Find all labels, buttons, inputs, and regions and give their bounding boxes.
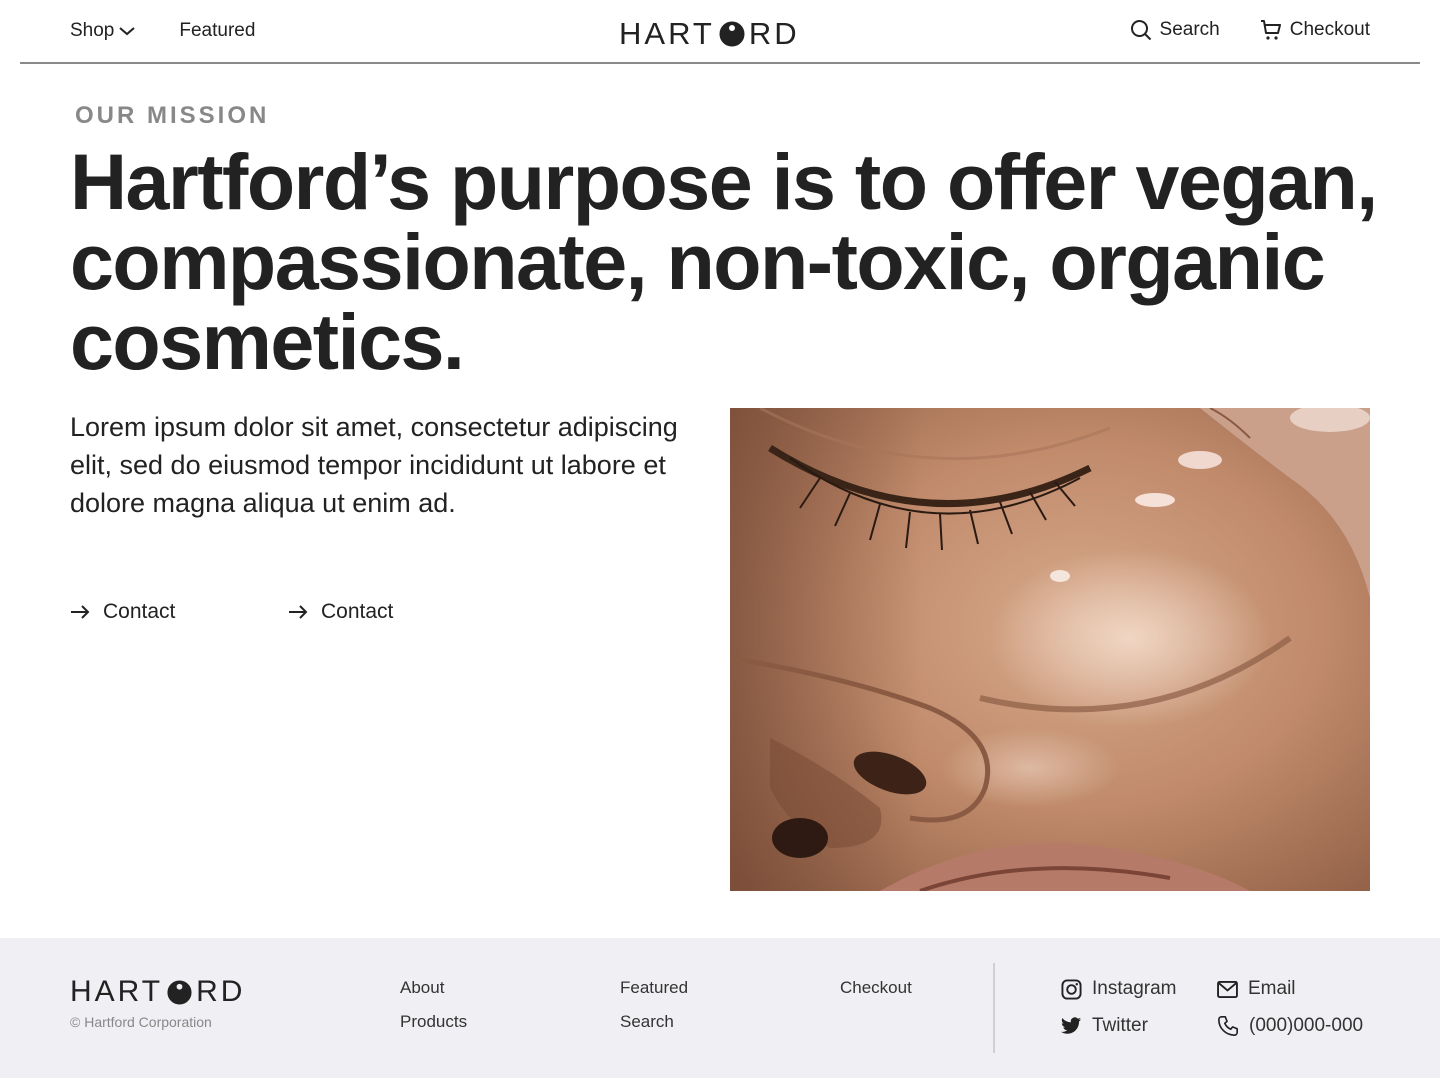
logo-o-mark-icon <box>719 21 745 47</box>
cta-group: Contact Contact <box>70 600 506 624</box>
hero-photo <box>730 408 1370 891</box>
footer-link-checkout[interactable]: Checkout <box>840 978 912 998</box>
mission-body: Lorem ipsum dolor sit amet, consectetur … <box>70 412 678 518</box>
face-closeup-image <box>730 408 1370 891</box>
section-eyebrow: OUR MISSION <box>75 102 270 129</box>
contact-link-label: Contact <box>321 600 394 623</box>
instagram-link[interactable]: Instagram <box>1061 978 1176 1000</box>
contact-link-2[interactable]: Contact <box>288 600 506 624</box>
instagram-label: Instagram <box>1092 978 1177 999</box>
phone-icon <box>1218 1016 1238 1036</box>
email-label: Email <box>1248 978 1296 999</box>
email-link[interactable]: Email <box>1217 978 1296 1000</box>
contact-link-label: Contact <box>103 600 176 623</box>
footer-divider <box>993 963 995 1053</box>
mail-icon <box>1217 980 1238 998</box>
chevron-down-icon <box>119 27 136 36</box>
logo-o-mark-icon <box>167 979 192 1005</box>
logo-text-start: HART <box>619 16 715 51</box>
site-header: Shop Featured HART RD Search Checkout <box>20 0 1420 64</box>
twitter-icon <box>1061 1017 1082 1034</box>
shop-label: Shop <box>70 20 115 41</box>
utility-nav: Search Checkout <box>1130 19 1370 41</box>
footer-link-featured[interactable]: Featured <box>620 978 688 998</box>
search-icon <box>1130 20 1151 41</box>
logo-text-end: RD <box>748 16 800 51</box>
logo[interactable]: HART RD <box>619 16 821 51</box>
phone-link[interactable]: (000)000-000 <box>1217 1015 1363 1037</box>
arrow-right-icon <box>71 605 90 619</box>
logo-text-end: RD <box>196 975 246 1008</box>
contact-link-1[interactable]: Contact <box>70 600 288 624</box>
search-button[interactable]: Search <box>1130 19 1220 41</box>
footer-link-search[interactable]: Search <box>620 1012 674 1032</box>
phone-label: (000)000-000 <box>1249 1015 1364 1036</box>
checkout-label: Checkout <box>1289 19 1370 40</box>
logo-text-start: HART <box>70 975 164 1008</box>
shop-menu[interactable]: Shop <box>70 20 136 42</box>
twitter-link[interactable]: Twitter <box>1061 1015 1148 1037</box>
checkout-button[interactable]: Checkout <box>1260 19 1370 41</box>
primary-nav: Shop Featured <box>70 20 255 42</box>
arrow-right-icon <box>289 605 308 619</box>
copyright: © Hartford Corporation <box>70 1014 212 1030</box>
footer-logo[interactable]: HART RD <box>70 975 245 1009</box>
site-footer: HART RD © Hartford Corporation About Pro… <box>0 938 1440 1078</box>
instagram-icon <box>1061 978 1082 1000</box>
footer-link-products[interactable]: Products <box>400 1012 467 1032</box>
cart-icon <box>1260 20 1281 40</box>
footer-link-about[interactable]: About <box>400 978 444 998</box>
mission-headline: Hartford’s purpose is to offer vegan, co… <box>70 137 1378 386</box>
twitter-label: Twitter <box>1092 1015 1148 1036</box>
search-label: Search <box>1159 19 1220 40</box>
featured-link[interactable]: Featured <box>179 20 255 42</box>
